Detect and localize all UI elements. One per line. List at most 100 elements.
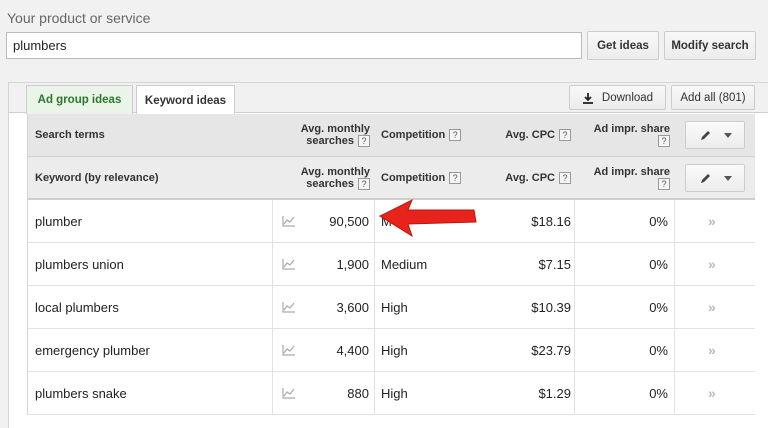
keyword-text: local plumbers [35,299,119,315]
column-divider [574,372,575,414]
help-icon[interactable]: ? [358,135,370,147]
double-chevron-right-icon[interactable]: » [708,329,716,371]
help-icon[interactable]: ? [449,129,462,141]
column-divider [674,329,675,371]
header-ad-impr-share[interactable]: Ad impr. share ? [578,114,670,156]
chevron-down-icon [723,132,732,138]
cpc-value: $23.79 [531,342,571,358]
download-icon [582,92,593,104]
keyword-text: plumber [35,213,82,229]
column-divider [374,243,375,285]
pencil-icon [700,173,710,183]
help-icon[interactable]: ? [559,129,571,141]
searches-value: 1,900 [336,256,369,272]
header-avg-cpc[interactable]: Avg. CPC? [488,114,571,156]
header-cpc-label: Avg. CPC [505,171,555,184]
competition-value: High [381,299,408,315]
keyword-text: emergency plumber [35,342,150,358]
edit-columns-button[interactable] [685,121,745,149]
searches-value: 3,600 [336,299,369,315]
header-avg-monthly-searches[interactable]: Avg. monthly searches? [278,114,370,156]
impr-share-value: 0% [649,385,668,401]
header-competition-label: Competition [381,171,446,184]
trend-chart-icon[interactable] [282,200,296,242]
tab-strip: Ad group ideas Keyword ideas Download Ad… [9,83,768,115]
header-avg-line1: Avg. monthly [300,165,370,178]
searches-value: 880 [347,385,369,401]
header-competition-label: Competition [381,129,446,141]
searches-value: 90,500 [329,213,369,229]
download-button[interactable]: Download [569,85,666,110]
keyword-header: Keyword (by relevance) Avg. monthly sear… [28,157,755,200]
double-chevron-right-icon[interactable]: » [708,243,716,285]
edit-columns-button[interactable] [685,164,745,192]
header-avg-line1: Avg. monthly [300,123,370,135]
column-divider [674,372,675,414]
header-search-terms: Search terms [35,129,105,141]
add-all-button[interactable]: Add all (801) [671,85,755,110]
keyword-text: plumbers union [35,256,124,272]
header-competition[interactable]: Competition? [381,157,462,198]
column-divider [574,243,575,285]
column-divider [374,200,375,242]
column-divider [374,329,375,371]
column-divider [272,329,273,371]
trend-chart-icon[interactable] [282,329,296,371]
column-divider [272,243,273,285]
double-chevron-right-icon[interactable]: » [708,200,716,242]
double-chevron-right-icon[interactable]: » [708,372,716,414]
pencil-icon [700,130,710,140]
impr-share-value: 0% [649,256,668,272]
header-avg-monthly-searches[interactable]: Avg. monthly searches? [278,157,370,198]
header-avg-line2: searches [306,177,354,190]
table-row: plumbers union 1,900 Medium $7.15 0% » [28,243,755,286]
header-keyword-relevance[interactable]: Keyword (by relevance) [35,157,159,198]
help-icon[interactable]: ? [358,177,370,190]
double-chevron-right-icon[interactable]: » [708,286,716,328]
cpc-value: $7.15 [538,256,571,272]
header-cpc-label: Avg. CPC [505,129,555,141]
column-divider [674,286,675,328]
modify-search-button[interactable]: Modify search [664,31,756,60]
competition-value: High [381,385,408,401]
help-icon[interactable]: ? [658,177,670,190]
column-divider [574,329,575,371]
get-ideas-button[interactable]: Get ideas [587,31,659,60]
column-divider [272,372,273,414]
search-input[interactable] [6,32,582,59]
keyword-text: plumbers snake [35,385,127,401]
header-impr-line1: Ad impr. share [593,123,670,135]
cpc-value: $18.16 [531,213,571,229]
table-row: plumbers snake 880 High $1.29 0% » [28,372,755,415]
competition-value: Medium [381,256,428,272]
search-terms-header: Search terms Avg. monthly searches? Comp… [28,114,755,157]
help-icon[interactable]: ? [658,135,670,147]
table-row: emergency plumber 4,400 High $23.79 0% » [28,329,755,372]
header-avg-cpc[interactable]: Avg. CPC? [488,157,571,198]
trend-chart-icon[interactable] [282,372,296,414]
header-impr-line1: Ad impr. share [593,165,670,178]
column-divider [272,200,273,242]
tab-ad-group-ideas[interactable]: Ad group ideas [26,85,133,114]
impr-share-value: 0% [649,213,668,229]
column-divider [272,286,273,328]
trend-chart-icon[interactable] [282,243,296,285]
tab-keyword-ideas[interactable]: Keyword ideas [136,85,235,115]
cpc-value: $10.39 [531,299,571,315]
column-divider [574,286,575,328]
searches-value: 4,400 [336,342,369,358]
help-icon[interactable]: ? [559,171,571,184]
column-divider [674,243,675,285]
results-panel: Ad group ideas Keyword ideas Download Ad… [8,82,768,428]
table-row: local plumbers 3,600 High $10.39 0% » [28,286,755,329]
trend-chart-icon[interactable] [282,286,296,328]
competition-value: High [381,342,408,358]
header-competition[interactable]: Competition? [381,114,462,156]
impr-share-value: 0% [649,342,668,358]
column-divider [374,372,375,414]
header-avg-line2: searches [306,135,354,147]
chevron-down-icon [723,175,732,181]
header-ad-impr-share[interactable]: Ad impr. share ? [578,157,670,198]
help-icon[interactable]: ? [449,171,462,184]
red-arrow-annotation [378,198,477,238]
